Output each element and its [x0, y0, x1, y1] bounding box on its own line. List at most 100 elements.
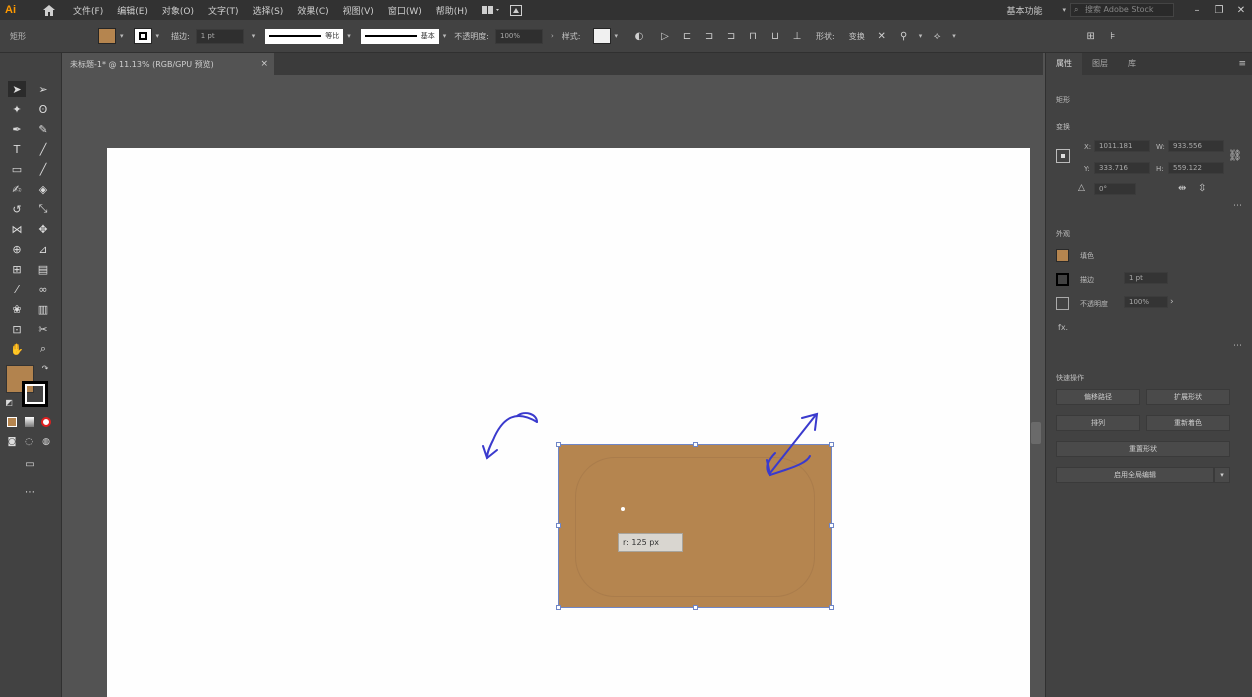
- mesh-tool-icon[interactable]: ⊞: [8, 261, 26, 277]
- y-field[interactable]: 333.716: [1094, 162, 1150, 174]
- chevron-down-icon[interactable]: ▾: [156, 32, 160, 40]
- offset-path-button[interactable]: 偏移路径: [1056, 389, 1140, 405]
- color-mode-icon[interactable]: [5, 415, 19, 429]
- stroke-label[interactable]: 描边: [1080, 275, 1094, 285]
- h-field[interactable]: 559.122: [1168, 162, 1224, 174]
- chevron-right-icon[interactable]: ›: [551, 32, 554, 40]
- shape-builder-tool-icon[interactable]: ⊕: [8, 241, 26, 257]
- flip-horizontal-icon[interactable]: ⇹: [1178, 183, 1186, 194]
- brush-definition[interactable]: 基本: [360, 28, 439, 44]
- more-options-icon[interactable]: ⋯: [1233, 341, 1242, 351]
- scale-tool-icon[interactable]: ⤡: [34, 201, 52, 217]
- more-options-icon[interactable]: ⋯: [1233, 201, 1242, 211]
- menu-object[interactable]: 对象(O): [162, 4, 194, 17]
- angle-field[interactable]: 0°: [1094, 183, 1136, 195]
- symbol-sprayer-tool-icon[interactable]: ❀: [8, 301, 26, 317]
- align-top-icon[interactable]: ⊓: [742, 28, 764, 44]
- chevron-down-icon[interactable]: ▾: [952, 32, 956, 40]
- shape-label[interactable]: 形状:: [816, 31, 835, 42]
- rotate-tool-icon[interactable]: ↺: [8, 201, 26, 217]
- stroke-weight-panel-field[interactable]: 1 pt: [1124, 272, 1168, 284]
- tab-layers[interactable]: 图层: [1082, 53, 1118, 75]
- align-vcenter-icon[interactable]: ⊔: [764, 28, 786, 44]
- tab-libraries[interactable]: 库: [1118, 53, 1146, 75]
- slice-tool-icon[interactable]: ✂: [34, 321, 52, 337]
- flip-vertical-icon[interactable]: ⇳: [1198, 183, 1206, 194]
- menu-select[interactable]: 选择(S): [253, 4, 284, 17]
- opacity-field[interactable]: 100%: [494, 28, 543, 44]
- zoom-tool-icon[interactable]: ⌕: [34, 341, 52, 357]
- reset-shape-button[interactable]: 重置形状: [1056, 441, 1230, 457]
- close-icon[interactable]: ✕: [1230, 5, 1252, 16]
- align-hcenter-icon[interactable]: ⊐: [698, 28, 720, 44]
- global-edit-dropdown[interactable]: ▾: [1214, 467, 1230, 483]
- isolate-icon[interactable]: ✕: [871, 28, 893, 44]
- vertical-scrollbar-thumb[interactable]: [1031, 422, 1041, 444]
- hand-tool-icon[interactable]: ✋: [8, 341, 26, 357]
- eraser-tool-icon[interactable]: ◈: [34, 181, 52, 197]
- draw-behind-icon[interactable]: ◌: [22, 435, 36, 449]
- pen-tool-icon[interactable]: ✒: [8, 121, 26, 137]
- chevron-down-icon[interactable]: ▾: [347, 32, 351, 40]
- stroke-weight-field[interactable]: 1 pt: [195, 28, 244, 44]
- none-mode-icon[interactable]: [39, 415, 53, 429]
- home-icon[interactable]: [39, 2, 59, 18]
- rectangle-tool-icon[interactable]: ▭: [8, 161, 26, 177]
- opacity-chevron-right-icon[interactable]: ›: [1170, 297, 1174, 307]
- menu-view[interactable]: 视图(V): [343, 4, 374, 17]
- document-tab[interactable]: 未标题-1* @ 11.13% (RGB/GPU 预览) ×: [62, 53, 274, 75]
- stroke-swatch-panel[interactable]: [1056, 273, 1069, 286]
- fx-label[interactable]: fx.: [1058, 323, 1068, 332]
- graphic-style-button[interactable]: [592, 28, 611, 44]
- eyedropper-tool-icon[interactable]: ⁄: [8, 281, 26, 297]
- chevron-down-icon[interactable]: ▾: [120, 32, 124, 40]
- start-global-edit-button[interactable]: 启用全局编辑: [1056, 467, 1214, 483]
- panel-menu-icon[interactable]: ≡: [1238, 59, 1246, 69]
- canvas-area[interactable]: r: 125 px: [62, 75, 1043, 697]
- menu-type[interactable]: 文字(T): [208, 4, 239, 17]
- reference-point-icon[interactable]: [1056, 149, 1070, 163]
- free-transform-tool-icon[interactable]: ✥: [34, 221, 52, 237]
- column-graph-tool-icon[interactable]: ▥: [34, 301, 52, 317]
- direct-selection-tool-icon[interactable]: ➢: [34, 81, 52, 97]
- panel-menu-icon[interactable]: ⊧: [1102, 28, 1124, 44]
- variable-width-profile[interactable]: 等比: [265, 28, 344, 44]
- minimize-icon[interactable]: –: [1186, 5, 1208, 16]
- selection-tool-icon[interactable]: ➤: [8, 81, 26, 97]
- workspace-switcher[interactable]: 基本功能: [1006, 4, 1042, 17]
- gradient-tool-icon[interactable]: ▤: [34, 261, 52, 277]
- arrange-documents-icon[interactable]: [481, 5, 510, 15]
- shaper-tool-icon[interactable]: ✍: [8, 181, 26, 197]
- chevron-down-icon[interactable]: ▾: [252, 32, 256, 40]
- opacity-panel-field[interactable]: 100%: [1124, 296, 1168, 308]
- chevron-down-icon[interactable]: ▾: [443, 32, 447, 40]
- line-tool-icon[interactable]: ╱: [34, 141, 52, 157]
- fill-swatch-panel[interactable]: [1056, 249, 1069, 262]
- gpu-performance-icon[interactable]: [509, 4, 530, 16]
- draw-normal-icon[interactable]: ◙: [5, 435, 19, 449]
- blend-tool-icon[interactable]: ∞: [34, 281, 52, 297]
- opacity-label[interactable]: 不透明度: [1080, 299, 1108, 309]
- puppet-warp-icon[interactable]: ⚲: [893, 28, 915, 44]
- chevron-down-icon[interactable]: ▾: [919, 32, 923, 40]
- perspective-grid-tool-icon[interactable]: ⊿: [34, 241, 52, 257]
- tab-properties[interactable]: 属性: [1046, 53, 1082, 75]
- recolor-button[interactable]: 重新着色: [1146, 415, 1230, 431]
- chevron-down-icon[interactable]: ▾: [615, 32, 619, 40]
- swap-fill-stroke-icon[interactable]: ↷: [40, 363, 50, 373]
- stroke-color-button[interactable]: [133, 28, 152, 44]
- align-left-icon[interactable]: ⊏: [676, 28, 698, 44]
- artboard[interactable]: r: 125 px: [107, 148, 1030, 697]
- menu-file[interactable]: 文件(F): [73, 4, 103, 17]
- align-bottom-icon[interactable]: ⊥: [786, 28, 808, 44]
- constrain-proportions-icon[interactable]: ⛓: [1228, 149, 1242, 162]
- menu-edit[interactable]: 编辑(E): [117, 4, 148, 17]
- gradient-mode-icon[interactable]: [22, 415, 36, 429]
- screen-mode-icon[interactable]: ▭: [20, 457, 40, 471]
- restore-icon[interactable]: ❐: [1208, 5, 1230, 16]
- paintbrush-tool-icon[interactable]: ╱: [34, 161, 52, 177]
- width-tool-icon[interactable]: ⋈: [8, 221, 26, 237]
- align-right-icon[interactable]: ⊐: [720, 28, 742, 44]
- close-tab-icon[interactable]: ×: [260, 59, 268, 69]
- draw-inside-icon[interactable]: ◍: [39, 435, 53, 449]
